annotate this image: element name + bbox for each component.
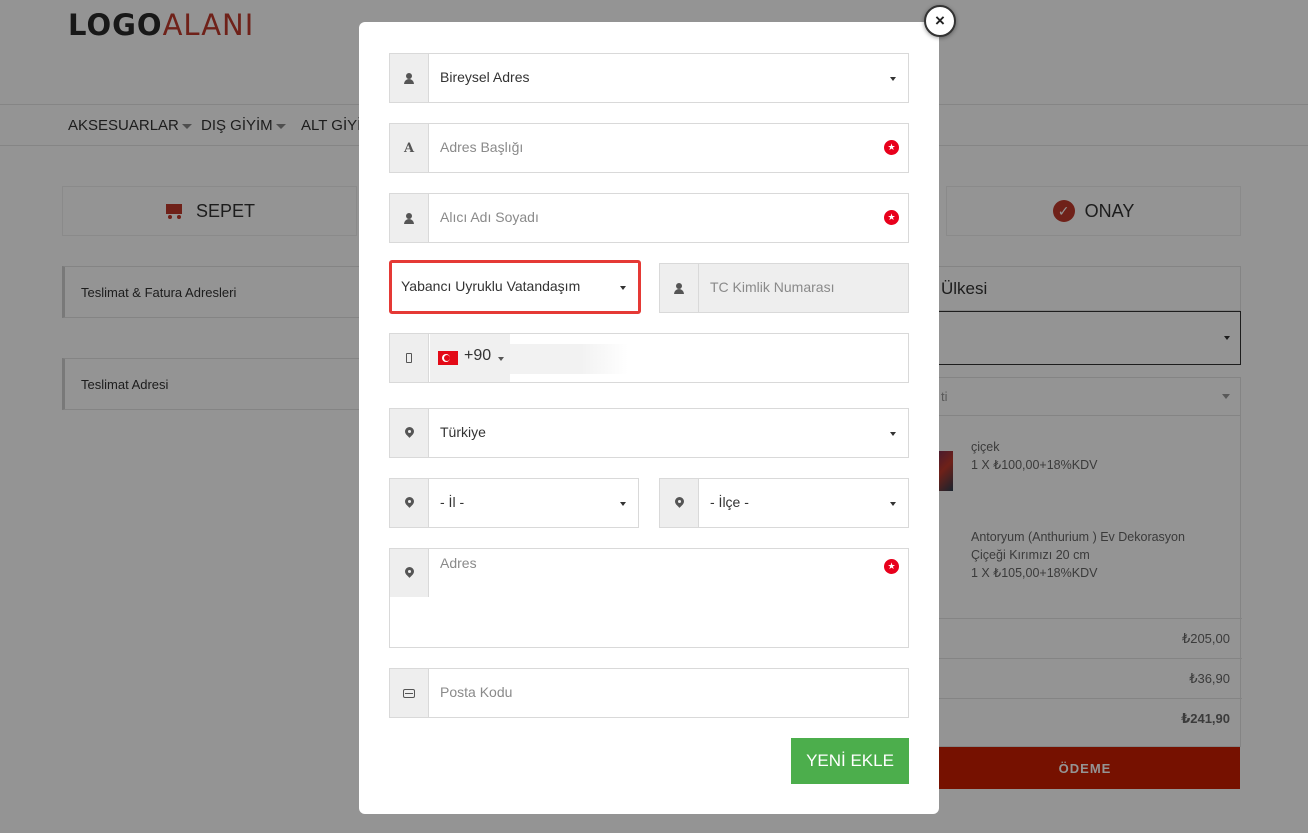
address-placeholder: Adres: [440, 555, 477, 571]
postal-code-placeholder: Posta Kodu: [440, 684, 513, 700]
map-marker-icon: [390, 549, 429, 597]
caret-down-icon: [890, 502, 896, 506]
add-new-button-label: YENİ EKLE: [806, 751, 894, 770]
caret-down-icon: [620, 286, 626, 290]
close-button[interactable]: ×: [924, 5, 956, 37]
recipient-name-input[interactable]: Alıcı Adı Soyadı ★: [389, 193, 909, 243]
country-select[interactable]: Türkiye: [389, 408, 909, 458]
city-select[interactable]: - İl -: [389, 478, 639, 528]
font-icon: A: [390, 124, 429, 172]
tc-number-input[interactable]: TC Kimlik Numarası: [659, 263, 909, 313]
user-icon: [390, 54, 429, 102]
turkey-flag-icon: [438, 351, 458, 365]
map-marker-icon: [660, 479, 699, 527]
required-star-icon: ★: [884, 559, 899, 574]
postal-code-input[interactable]: Posta Kodu: [389, 668, 909, 718]
caret-down-icon: [620, 502, 626, 506]
phone-field: +90: [389, 333, 909, 383]
citizenship-value: Yabancı Uyruklu Vatandaşım: [401, 278, 581, 294]
address-type-select[interactable]: Bireysel Adres: [389, 53, 909, 103]
address-textarea[interactable]: Adres ★: [389, 548, 909, 648]
address-type-value: Bireysel Adres: [440, 69, 530, 85]
phone-number-input[interactable]: [510, 344, 628, 374]
phone-code-value: +90: [464, 347, 492, 364]
map-marker-icon: [390, 479, 429, 527]
country-code-select[interactable]: +90: [430, 334, 510, 382]
mobile-icon: [390, 334, 429, 382]
address-title-placeholder: Adres Başlığı: [440, 139, 524, 155]
user-icon: [390, 194, 429, 242]
map-marker-icon: [390, 409, 429, 457]
tc-number-placeholder: TC Kimlik Numarası: [710, 279, 835, 295]
inbox-icon: [390, 669, 429, 717]
required-star-icon: ★: [884, 140, 899, 155]
recipient-name-placeholder: Alıcı Adı Soyadı: [440, 209, 539, 225]
district-select[interactable]: - İlçe -: [659, 478, 909, 528]
caret-down-icon: [498, 357, 504, 361]
caret-down-icon: [890, 77, 896, 81]
citizenship-select[interactable]: Yabancı Uyruklu Vatandaşım: [389, 260, 641, 314]
address-title-input[interactable]: A Adres Başlığı ★: [389, 123, 909, 173]
user-icon: [660, 264, 699, 312]
add-new-button[interactable]: YENİ EKLE: [791, 738, 909, 784]
caret-down-icon: [890, 432, 896, 436]
required-star-icon: ★: [884, 210, 899, 225]
district-value: - İlçe -: [710, 494, 749, 510]
country-value: Türkiye: [440, 424, 486, 440]
close-icon: ×: [935, 11, 945, 30]
city-value: - İl -: [440, 494, 465, 510]
